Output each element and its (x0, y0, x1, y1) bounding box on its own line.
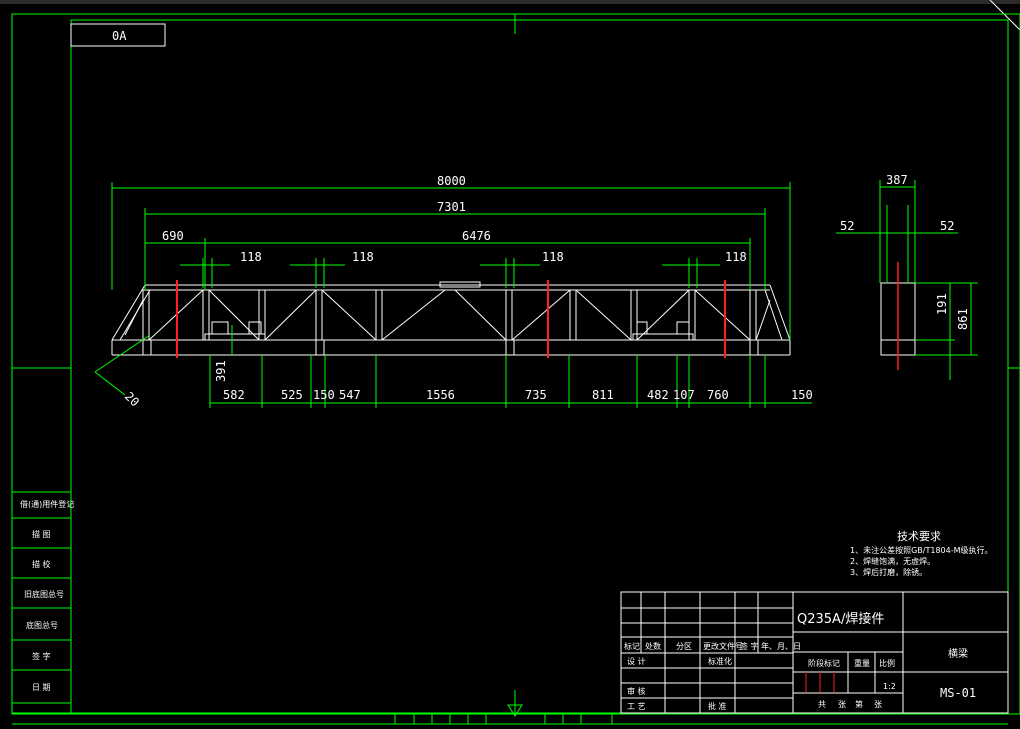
title-box-label: 0A (112, 29, 127, 43)
dim-seg-1: 582 (223, 388, 245, 402)
cad-drawing-canvas: 0A 8000 7301 690 6476 118 118 118 118 39… (0, 0, 1020, 725)
footer-sheets-1: 张 (838, 700, 846, 709)
scale-label: 比例 (879, 658, 895, 668)
dim-bevel-leader (94, 371, 126, 396)
row-header-6: 年、月、日 (761, 641, 801, 651)
dim-panel-3: 118 (542, 250, 564, 264)
outer-frame (11, 13, 1020, 715)
dim-seg-7: 811 (592, 388, 614, 402)
weight-label: 重量 (854, 658, 870, 668)
dim-seg-5: 1556 (426, 388, 455, 402)
dim-seg-2: 525 (281, 388, 303, 402)
side-view (836, 180, 978, 380)
label-standardization: 标准化 (708, 656, 732, 666)
dim-seg-4: 547 (339, 388, 361, 402)
truss-main-view (111, 281, 791, 356)
dim-seg-3: 150 (313, 388, 335, 402)
dim-inner-length: 7301 (437, 200, 466, 214)
scale-value: 1:2 (883, 682, 896, 691)
stamp-label-6: 签 字 (32, 651, 51, 661)
stamp-label-4: 旧底图总号 (24, 589, 64, 599)
stage-marks (805, 672, 835, 693)
tech-req-item-3: 3、焊后打磨，除锈。 (850, 567, 927, 577)
stage-label: 阶段标记 (808, 658, 840, 668)
footer-total: 共 (818, 700, 826, 709)
dim-bevel-line (94, 334, 151, 373)
row-header-4: 更改文件号 (703, 641, 743, 651)
dim-seg-8: 482 (647, 388, 669, 402)
label-review: 审 核 (627, 686, 646, 696)
dim-panel-2: 118 (352, 250, 374, 264)
row-header-1: 标记 (624, 641, 640, 651)
footer-number: 第 (855, 699, 863, 709)
material-label: Q235A/焊接件 (797, 611, 884, 627)
dim-seg-11: 150 (791, 388, 813, 402)
stamp-label-7: 日 期 (32, 683, 51, 692)
tech-req-item-1: 1、未注公差按照GB/T1804-M级执行。 (850, 545, 993, 555)
dim-seg-10: 760 (707, 388, 729, 402)
dim-seg-6: 735 (525, 388, 547, 402)
dim-span: 6476 (462, 229, 491, 243)
stamp-label-3: 描 校 (32, 559, 51, 569)
footer-sheets-2: 张 (874, 700, 882, 709)
inner-frame (70, 19, 1009, 714)
stamp-label-1: 借(通)用件登记 (20, 499, 74, 509)
bottom-ruler (12, 712, 1008, 725)
tech-req-heading: 技术要求 (897, 530, 941, 543)
label-design: 设 计 (627, 656, 646, 666)
dim-bevel: 20 (122, 389, 142, 409)
part-name: 横梁 (948, 647, 968, 660)
row-header-2: 处数 (645, 641, 661, 651)
dim-side-width: 387 (886, 173, 908, 187)
tech-req-item-2: 2、焊缝饱满，无虚焊。 (850, 556, 935, 566)
dim-left-offset: 690 (162, 229, 184, 243)
dim-seg-9: 107 (673, 388, 695, 402)
toolbar-strip (0, 0, 1020, 4)
drawing-number: MS-01 (940, 686, 976, 700)
stamp-label-2: 描 图 (32, 529, 51, 539)
dim-panel-1: 118 (240, 250, 262, 264)
label-approve: 批 准 (708, 701, 727, 711)
dim-side-h2: 861 (956, 308, 970, 330)
dim-side-h1: 191 (935, 293, 949, 315)
dim-side-right: 52 (940, 219, 954, 233)
row-header-5: 签 字 (740, 641, 759, 651)
dim-side-left: 52 (840, 219, 854, 233)
corner-line (989, 0, 1020, 31)
dim-overall-length: 8000 (437, 174, 466, 188)
stamp-label-5: 底图总号 (26, 620, 58, 630)
row-header-3: 分区 (676, 642, 692, 651)
left-stamp-column (11, 491, 72, 714)
dim-panel-4: 118 (725, 250, 747, 264)
dim-height-left: 391 (214, 360, 228, 382)
label-process: 工 艺 (627, 702, 646, 711)
